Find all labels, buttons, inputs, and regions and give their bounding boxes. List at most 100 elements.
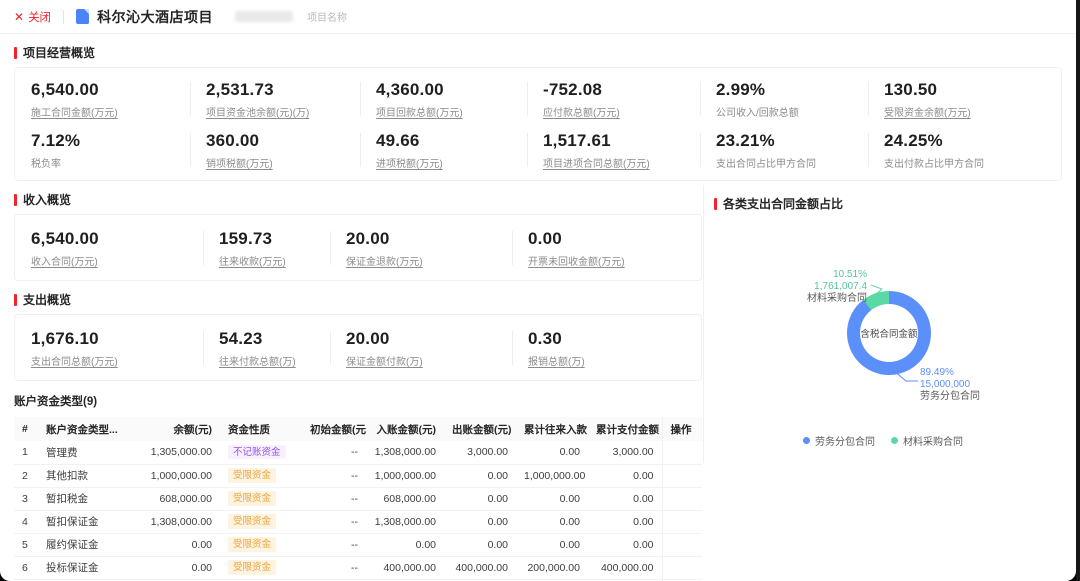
callout-labor-contract: 89.49% 15,000,000 劳务分包合同 <box>920 367 980 403</box>
col-account-type: 账户资金类型... <box>38 417 134 441</box>
cumulative-paid: 400,000.00 <box>588 556 662 580</box>
row-index: 6 <box>14 556 38 580</box>
col-outflow: 出账金额(元) <box>444 417 516 441</box>
initial-amount: -- <box>302 441 366 465</box>
callout-material-contract: 10.51% 1,761,007.4 材料采购合同 <box>807 269 867 305</box>
metric-value: 159.73 <box>219 229 273 248</box>
metric-label[interactable]: 往来付款总额(万) <box>219 353 324 368</box>
close-label: 关闭 <box>28 11 52 24</box>
slice-value: 15,000,000 <box>920 379 971 390</box>
metric-input-contract-total: 1,517.61 项目进项合同总额(万元) <box>527 129 700 172</box>
expense-share-panel: 各类支出合同金额占比 含税合同金额 10.51% 1,761,007.4 材料采… <box>703 185 1062 463</box>
col-cumulative-paid: 累计支付金额 <box>588 417 662 441</box>
account-type: 暂扣保证金 <box>38 510 134 534</box>
actions-cell[interactable] <box>661 464 702 488</box>
metric-label[interactable]: 进项税额(万元) <box>376 155 521 170</box>
metric-value: 2,531.73 <box>206 80 274 99</box>
legend-item-labor[interactable]: 劳务分包合同 <box>803 433 875 448</box>
actions-cell[interactable] <box>661 441 702 465</box>
col-fund-nature: 资金性质 <box>220 417 302 441</box>
metric-value: 20.00 <box>346 329 390 348</box>
metric-value: 1,517.61 <box>543 131 611 150</box>
metric-label[interactable]: 项目进项合同总额(万元) <box>543 155 694 170</box>
table-row[interactable]: 3 暂扣税金 608,000.00 受限资金 -- 608,000.00 0.0… <box>14 487 702 511</box>
section-marker <box>14 293 17 306</box>
slice-value: 1,761,007.4 <box>814 281 867 292</box>
cumulative-income: 0.00 <box>516 487 588 511</box>
legend-dot-green <box>891 437 898 444</box>
metric-label: 公司收入/回款总额 <box>716 108 799 119</box>
cumulative-income: 0.00 <box>516 441 588 465</box>
metric-label[interactable]: 往来收款(万元) <box>219 253 324 268</box>
metric-label[interactable]: 项目资金池余额(元)(万) <box>206 104 354 119</box>
metric-label[interactable]: 施工合同金额(万元) <box>31 104 184 119</box>
metric-value: 2.99% <box>716 80 766 99</box>
fund-nature-badge: 不记账资金 <box>228 445 286 460</box>
cumulative-income: 0.00 <box>516 510 588 534</box>
inflow: 608,000.00 <box>366 487 444 511</box>
actions-cell[interactable] <box>661 487 702 511</box>
accounts-table: # 账户资金类型... 余额(元) 资金性质 初始金额(元) 入账金额(元) 出… <box>14 417 702 581</box>
table-row[interactable]: 5 履约保证金 0.00 受限资金 -- 0.00 0.00 0.00 0.00 <box>14 533 702 557</box>
table-row[interactable]: 4 暂扣保证金 1,308,000.00 受限资金 -- 1,308,000.0… <box>14 510 702 534</box>
metric-income-contract: 6,540.00 收入合同(万元) <box>15 227 203 270</box>
legend-label: 材料采购合同 <box>903 437 963 448</box>
slice-percent: 10.51% <box>833 269 867 280</box>
initial-amount: -- <box>302 533 366 557</box>
section-title: 各类支出合同金额占比 <box>723 197 844 211</box>
metric-company-income-ratio: 2.99% 公司收入/回款总额 <box>700 78 868 121</box>
cumulative-paid: 0.00 <box>588 464 662 488</box>
top-bar: ✕ 关闭 科尔沁大酒店项目 项目名称 <box>0 0 1076 34</box>
account-type: 投标保证金 <box>38 556 134 580</box>
col-balance: 余额(元) <box>134 417 220 441</box>
actions-cell[interactable] <box>661 533 702 557</box>
close-button[interactable]: ✕ 关闭 <box>14 9 51 25</box>
metric-label[interactable]: 收入合同(万元) <box>31 253 197 268</box>
metric-label[interactable]: 开票未回收金额(万元) <box>528 253 695 268</box>
actions-cell[interactable] <box>661 556 702 580</box>
row-index: 1 <box>14 441 38 465</box>
metric-label[interactable]: 项目回款总额(万元) <box>376 104 521 119</box>
metric-label[interactable]: 保证金退款(万元) <box>346 253 506 268</box>
row-index: 5 <box>14 533 38 557</box>
cumulative-paid: 0.00 <box>588 533 662 557</box>
metric-label[interactable]: 支出合同总额(万元) <box>31 353 197 368</box>
actions-cell[interactable] <box>661 510 702 534</box>
chart-legend: 劳务分包合同 材料采购合同 <box>704 433 1062 448</box>
col-inflow: 入账金额(元) <box>366 417 444 441</box>
account-type: 管理费 <box>38 441 134 465</box>
initial-amount: -- <box>302 510 366 534</box>
metric-value: 6,540.00 <box>31 80 99 99</box>
fund-nature-badge: 受限资金 <box>228 514 277 529</box>
metric-label[interactable]: 受限资金余额(万元) <box>884 104 1055 119</box>
fund-nature-badge: 受限资金 <box>228 537 277 552</box>
table-row[interactable]: 6 投标保证金 0.00 受限资金 -- 400,000.00 400,000.… <box>14 556 702 580</box>
metric-label[interactable]: 销项税额(万元) <box>206 155 354 170</box>
metric-deposit-payment: 20.00 保证金额付款(万) <box>330 327 512 370</box>
metric-value: 49.66 <box>376 131 420 150</box>
metric-repayment-total: 4,360.00 项目回款总额(万元) <box>360 78 527 121</box>
section-header-income: 收入概览 <box>14 191 689 208</box>
project-title: 科尔沁大酒店项目 <box>97 8 214 25</box>
legend-item-material[interactable]: 材料采购合同 <box>891 433 963 448</box>
metric-label[interactable]: 保证金额付款(万) <box>346 353 506 368</box>
project-name-label: 项目名称 <box>307 13 348 24</box>
metric-label[interactable]: 应付款总额(万元) <box>543 104 694 119</box>
metric-label: 支出付款占比甲方合同 <box>884 159 984 170</box>
metric-payments-total: 54.23 往来付款总额(万) <box>203 327 330 370</box>
window-edge <box>1076 0 1080 581</box>
table-row[interactable]: 2 其他扣款 1,000,000.00 受限资金 -- 1,000,000.00… <box>14 464 702 488</box>
legend-dot-blue <box>803 437 810 444</box>
fund-nature-badge: 受限资金 <box>228 468 277 483</box>
section-header-expense: 支出概览 <box>14 291 689 308</box>
section-title: 支出概览 <box>23 293 72 307</box>
metric-tax-burden: 7.12% 税负率 <box>15 129 190 172</box>
table-header-row: # 账户资金类型... 余额(元) 资金性质 初始金额(元) 入账金额(元) 出… <box>14 417 702 441</box>
metric-label[interactable]: 报销总额(万) <box>528 353 695 368</box>
metric-value: 0.30 <box>528 329 562 348</box>
section-header-chart: 各类支出合同金额占比 <box>714 195 1052 212</box>
metric-value: 4,360.00 <box>376 80 444 99</box>
table-row[interactable]: 1 管理费 1,305,000.00 不记账资金 -- 1,308,000.00… <box>14 441 702 465</box>
metric-value: 130.50 <box>884 80 938 99</box>
income-card: 6,540.00 收入合同(万元) 159.73 往来收款(万元) 20.00 … <box>14 214 702 281</box>
